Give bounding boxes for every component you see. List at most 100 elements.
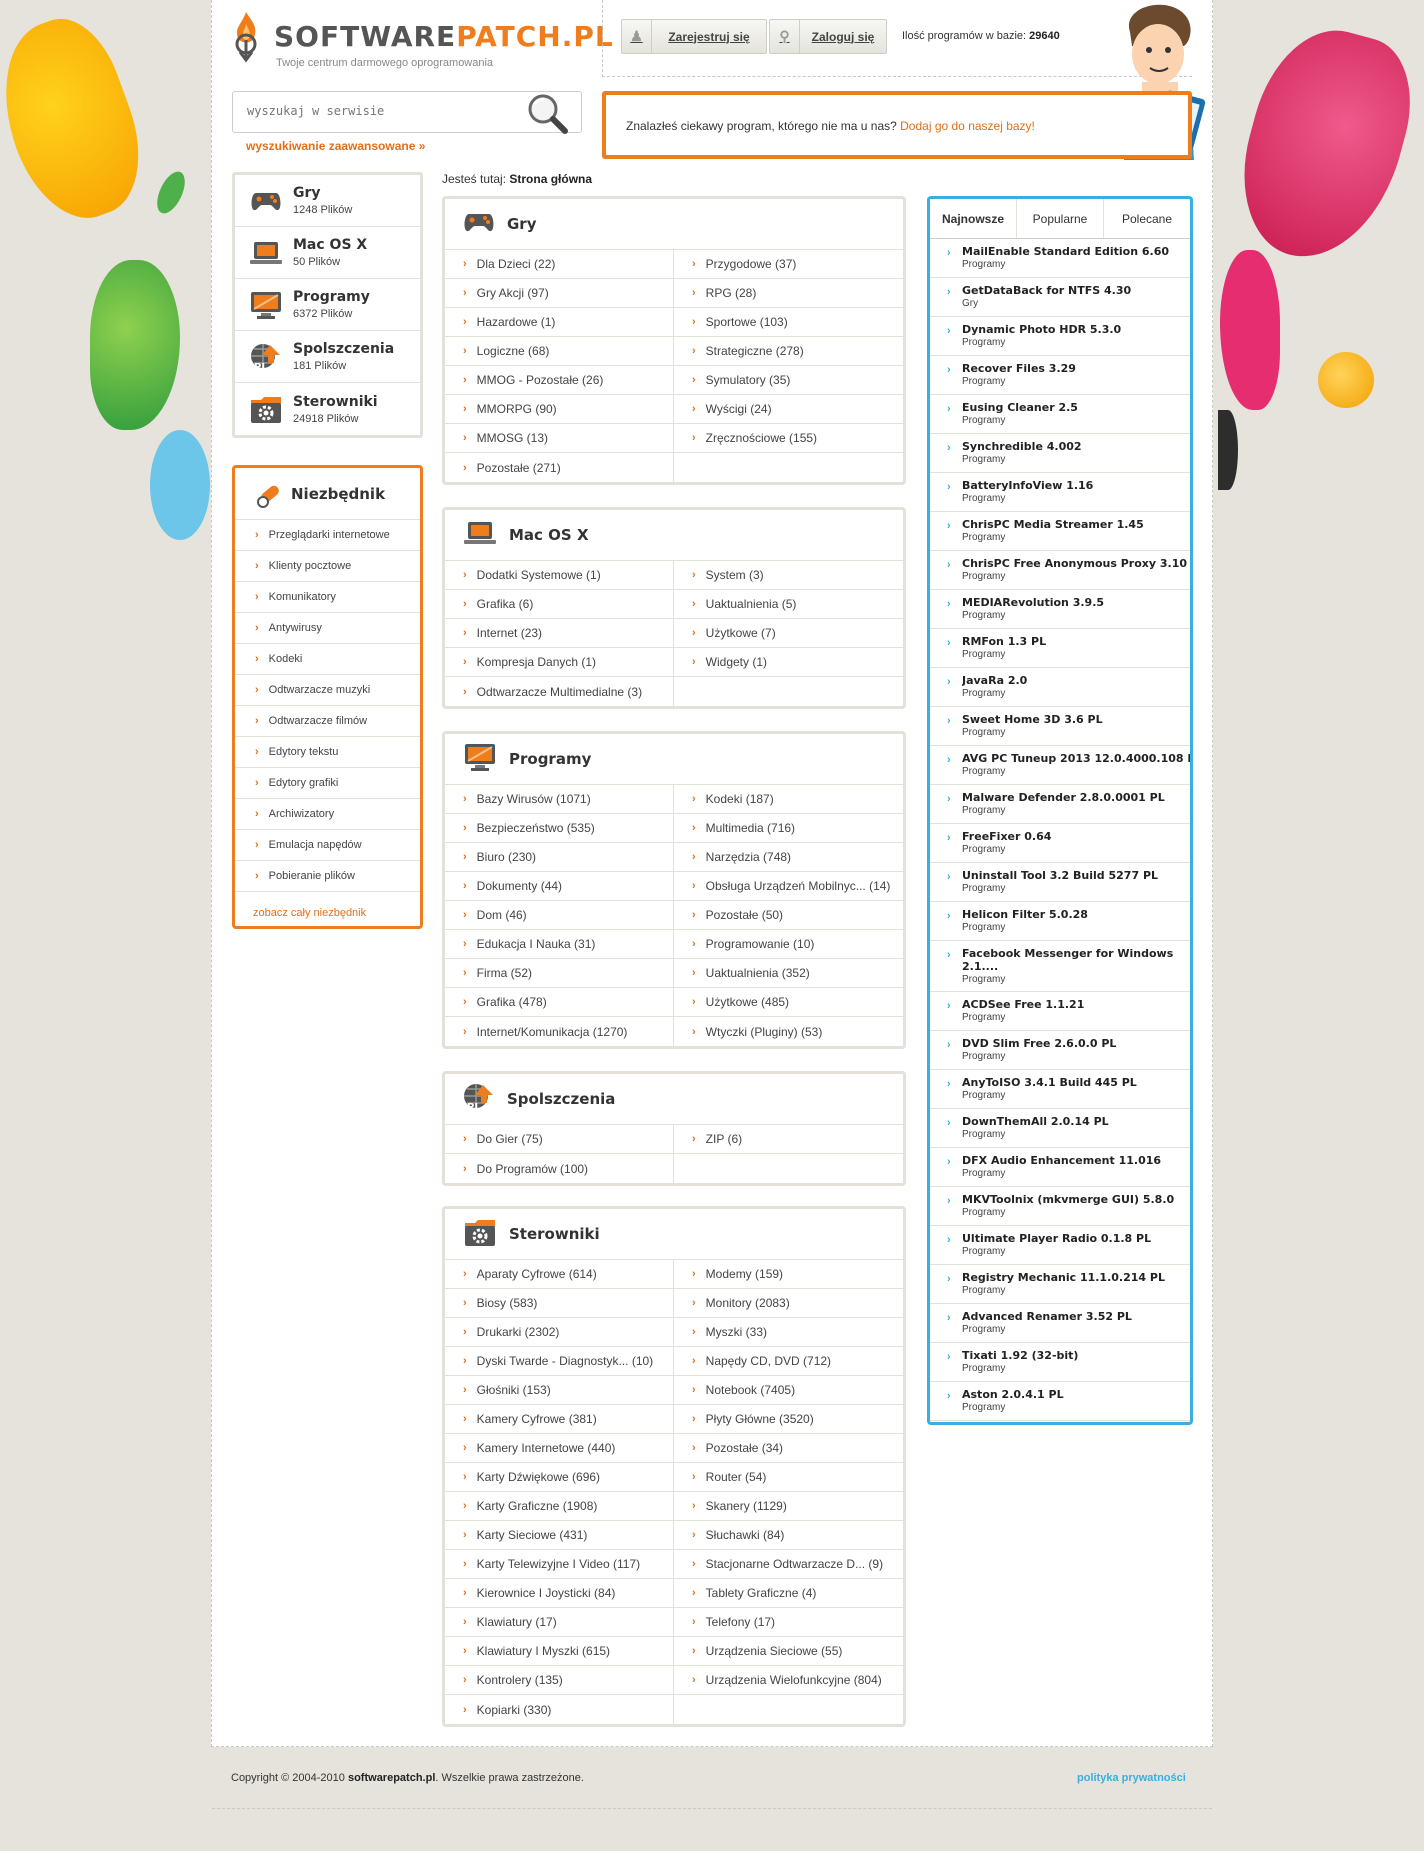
subcategory-link[interactable]: › Pozostałe (50) (674, 901, 903, 930)
subcategory-link[interactable]: › Klawiatury I Myszki (615) (445, 1637, 674, 1666)
subcategory-link[interactable]: › Stacjonarne Odtwarzacze D... (9) (674, 1550, 903, 1579)
subcategory-link[interactable]: › Telefony (17) (674, 1608, 903, 1637)
subcategory-link[interactable]: › Wyścigi (24) (674, 395, 903, 424)
latest-program-item[interactable]: › Sweet Home 3D 3.6 PL Programy (930, 707, 1190, 746)
subcategory-link[interactable]: › ZIP (6) (674, 1125, 903, 1154)
sidebar-category-gry[interactable]: Gry 1248 Plików (235, 175, 420, 227)
subcategory-link[interactable]: › Użytkowe (7) (674, 619, 903, 648)
subcategory-link[interactable]: › Kamery Cyfrowe (381) (445, 1405, 674, 1434)
tab-popularne[interactable]: Popularne (1017, 199, 1104, 238)
subcategory-link[interactable]: › Kopiarki (330) (445, 1695, 674, 1724)
section-title[interactable]: Programy (509, 750, 591, 768)
subcategory-link[interactable]: › Modemy (159) (674, 1260, 903, 1289)
section-title[interactable]: Spolszczenia (507, 1090, 615, 1108)
subcategory-link[interactable]: › Zręcznościowe (155) (674, 424, 903, 453)
subcategory-link[interactable]: › Karty Graficzne (1908) (445, 1492, 674, 1521)
tab-polecane[interactable]: Polecane (1104, 199, 1190, 238)
site-logo[interactable]: SOFTWAREPATCH.PL Twoje centrum darmowego… (232, 8, 613, 72)
subcategory-link[interactable]: › Dla Dzieci (22) (445, 250, 674, 279)
subcategory-link[interactable]: › Urządzenia Sieciowe (55) (674, 1637, 903, 1666)
latest-program-item[interactable]: › DVD Slim Free 2.6.0.0 PL Programy (930, 1031, 1190, 1070)
latest-program-item[interactable]: › ChrisPC Free Anonymous Proxy 3.10 Progra… (930, 551, 1190, 590)
essentials-item[interactable]: › Pobieranie plików (235, 861, 420, 892)
subcategory-link[interactable]: › Napędy CD, DVD (712) (674, 1347, 903, 1376)
sidebar-category-programy[interactable]: Programy 6372 Plików (235, 279, 420, 331)
sidebar-category-sterowniki[interactable]: Sterowniki 24918 Plików (235, 383, 420, 435)
latest-program-item[interactable]: › GetDataBack for NTFS 4.30 Gry (930, 278, 1190, 317)
section-title[interactable]: Gry (507, 215, 537, 233)
subcategory-link[interactable]: › Widgety (1) (674, 648, 903, 677)
latest-program-item[interactable]: › BatteryInfoView 1.16 Programy (930, 473, 1190, 512)
subcategory-link[interactable]: › Uaktualnienia (352) (674, 959, 903, 988)
subcategory-link[interactable]: › Obsługa Urządzeń Mobilnyc... (14) (674, 872, 903, 901)
subcategory-link[interactable]: › Wtyczki (Pluginy) (53) (674, 1017, 903, 1046)
latest-program-item[interactable]: › JavaRa 2.0 Programy (930, 668, 1190, 707)
subcategory-link[interactable]: › Do Programów (100) (445, 1154, 674, 1183)
subcategory-link[interactable]: › MMOG - Pozostałe (26) (445, 366, 674, 395)
subcategory-link[interactable]: › Dyski Twarde - Diagnostyk... (10) (445, 1347, 674, 1376)
latest-program-item[interactable]: › Facebook Messenger for Windows 2.1.... P… (930, 941, 1190, 992)
latest-program-item[interactable]: › Malware Defender 2.8.0.0001 PL Programy (930, 785, 1190, 824)
subcategory-link[interactable]: › Bezpieczeństwo (535) (445, 814, 674, 843)
subcategory-link[interactable]: › Odtwarzacze Multimedialne (3) (445, 677, 674, 706)
latest-program-item[interactable]: › ChrisPC Media Streamer 1.45 Programy (930, 512, 1190, 551)
login-button[interactable]: ⚲ Zaloguj się (769, 19, 887, 54)
subcategory-link[interactable]: › Użytkowe (485) (674, 988, 903, 1017)
subcategory-link[interactable]: › Aparaty Cyfrowe (614) (445, 1260, 674, 1289)
subcategory-link[interactable]: › Dodatki Systemowe (1) (445, 561, 674, 590)
subcategory-link[interactable]: › Karty Telewizyjne I Video (117) (445, 1550, 674, 1579)
essentials-item[interactable]: › Kodeki (235, 644, 420, 675)
subcategory-link[interactable]: › Kodeki (187) (674, 785, 903, 814)
add-program-link[interactable]: Dodaj go do naszej bazy! (900, 119, 1035, 133)
latest-program-item[interactable]: › MKVToolnix (mkvmerge GUI) 5.8.0 Programy (930, 1187, 1190, 1226)
latest-program-item[interactable]: › DownThemAll 2.0.14 PL Programy (930, 1109, 1190, 1148)
subcategory-link[interactable]: › Pozostałe (34) (674, 1434, 903, 1463)
subcategory-link[interactable]: › Kierownice I Joysticki (84) (445, 1579, 674, 1608)
subcategory-link[interactable]: › Narzędzia (748) (674, 843, 903, 872)
subcategory-link[interactable]: › Symulatory (35) (674, 366, 903, 395)
latest-program-item[interactable]: › Tixati 1.92 (32-bit) Programy (930, 1343, 1190, 1382)
latest-program-item[interactable]: › Dynamic Photo HDR 5.3.0 Programy (930, 317, 1190, 356)
subcategory-link[interactable]: › Logiczne (68) (445, 337, 674, 366)
subcategory-link[interactable]: › Uaktualnienia (5) (674, 590, 903, 619)
latest-program-item[interactable]: › Registry Mechanic 11.1.0.214 PL Programy (930, 1265, 1190, 1304)
subcategory-link[interactable]: › Biuro (230) (445, 843, 674, 872)
subcategory-link[interactable]: › MMOSG (13) (445, 424, 674, 453)
essentials-item[interactable]: › Klienty pocztowe (235, 551, 420, 582)
essentials-item[interactable]: › Przeglądarki internetowe (235, 520, 420, 551)
latest-program-item[interactable]: › RMFon 1.3 PL Programy (930, 629, 1190, 668)
subcategory-link[interactable]: › Klawiatury (17) (445, 1608, 674, 1637)
latest-program-item[interactable]: › Recover Files 3.29 Programy (930, 356, 1190, 395)
latest-program-item[interactable]: › Ultimate Player Radio 0.1.8 PL Programy (930, 1226, 1190, 1265)
subcategory-link[interactable]: › Router (54) (674, 1463, 903, 1492)
subcategory-link[interactable]: › Programowanie (10) (674, 930, 903, 959)
subcategory-link[interactable]: › Grafika (6) (445, 590, 674, 619)
subcategory-link[interactable]: › Internet/Komunikacja (1270) (445, 1017, 674, 1046)
subcategory-link[interactable]: › Multimedia (716) (674, 814, 903, 843)
subcategory-link[interactable]: › Karty Sieciowe (431) (445, 1521, 674, 1550)
subcategory-link[interactable]: › Bazy Wirusów (1071) (445, 785, 674, 814)
subcategory-link[interactable]: › Edukacja I Nauka (31) (445, 930, 674, 959)
search-input[interactable] (247, 104, 517, 118)
latest-program-item[interactable]: › Synchredible 4.002 Programy (930, 434, 1190, 473)
see-all-essentials-link[interactable]: zobacz cały niezbędnik (235, 892, 420, 919)
sidebar-category-spolszczenia[interactable]: PL Spolszczenia 181 Plików (235, 331, 420, 383)
essentials-item[interactable]: › Odtwarzacze muzyki (235, 675, 420, 706)
subcategory-link[interactable]: › RPG (28) (674, 279, 903, 308)
essentials-item[interactable]: › Emulacja napędów (235, 830, 420, 861)
subcategory-link[interactable]: › Grafika (478) (445, 988, 674, 1017)
subcategory-link[interactable]: › Płyty Główne (3520) (674, 1405, 903, 1434)
section-title[interactable]: Sterowniki (509, 1225, 600, 1243)
subcategory-link[interactable]: › MMORPG (90) (445, 395, 674, 424)
subcategory-link[interactable]: › Dom (46) (445, 901, 674, 930)
latest-program-item[interactable]: › FreeFixer 0.64 Programy (930, 824, 1190, 863)
subcategory-link[interactable]: › Biosy (583) (445, 1289, 674, 1318)
essentials-item[interactable]: › Edytory grafiki (235, 768, 420, 799)
latest-program-item[interactable]: › AnyToISO 3.4.1 Build 445 PL Programy (930, 1070, 1190, 1109)
privacy-policy-link[interactable]: polityka prywatności (1077, 1772, 1186, 1784)
latest-program-item[interactable]: › AVG PC Tuneup 2013 12.0.4000.108 PL Prog… (930, 746, 1190, 785)
essentials-item[interactable]: › Komunikatory (235, 582, 420, 613)
latest-program-item[interactable]: › Uninstall Tool 3.2 Build 5277 PL Program… (930, 863, 1190, 902)
subcategory-link[interactable]: › Myszki (33) (674, 1318, 903, 1347)
essentials-item[interactable]: › Archiwizatory (235, 799, 420, 830)
